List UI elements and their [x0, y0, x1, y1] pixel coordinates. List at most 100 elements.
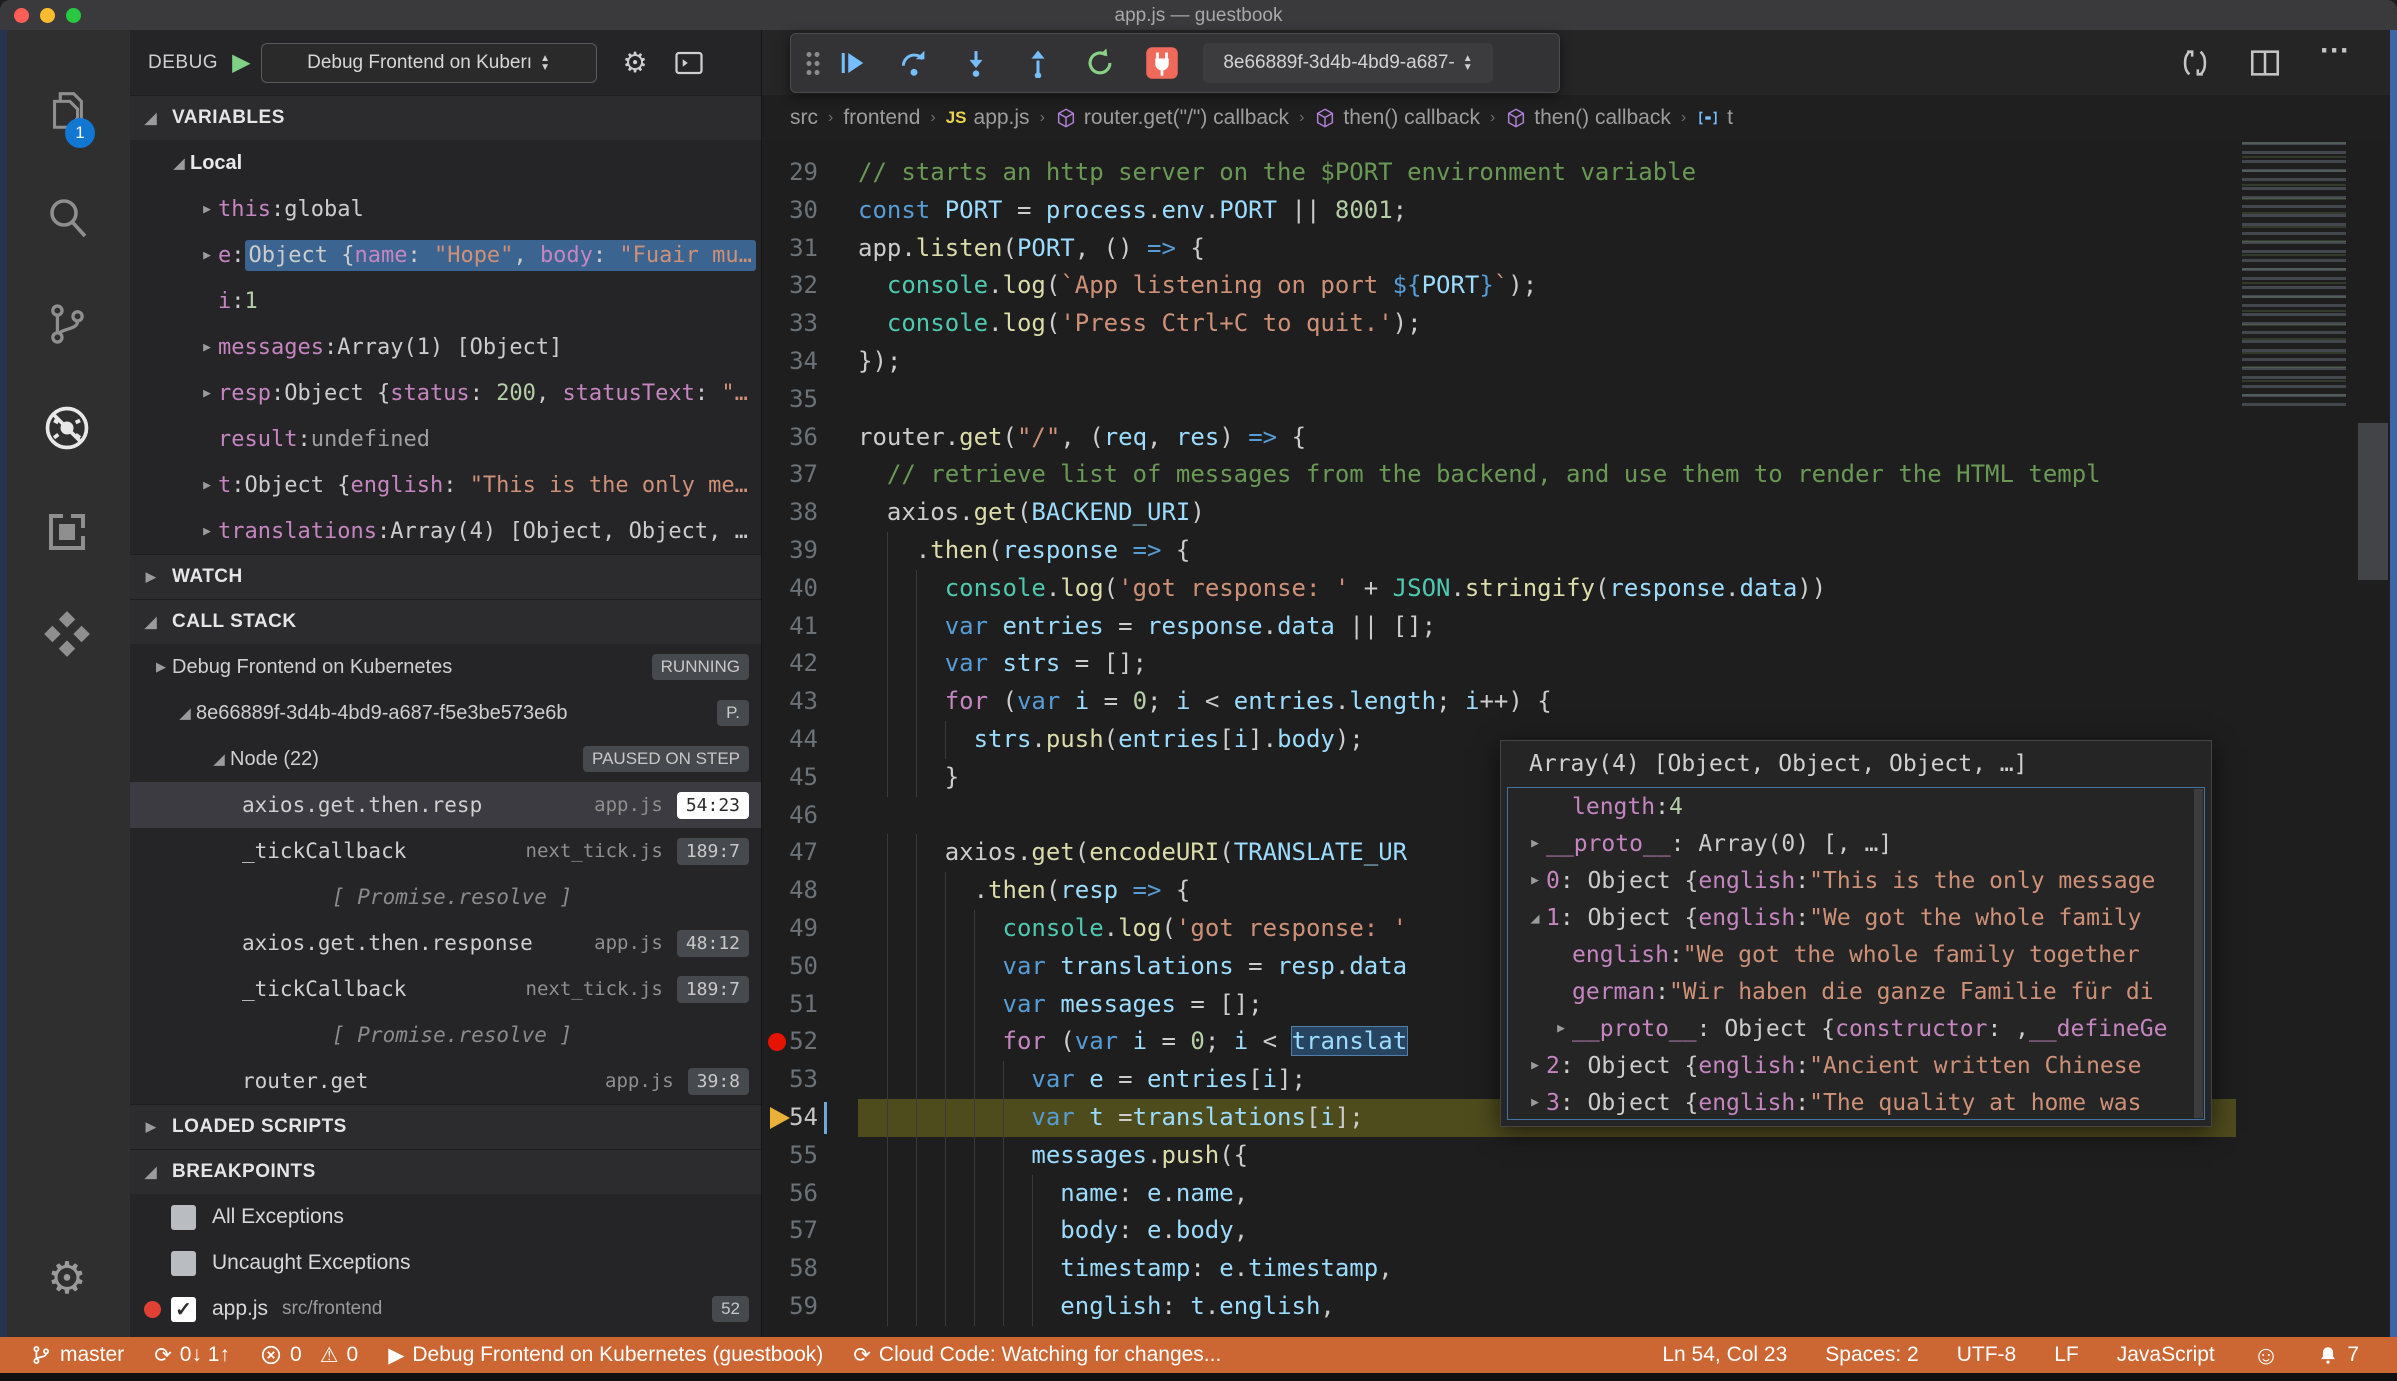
editor-gutter[interactable]: 59 — [762, 1288, 858, 1326]
branch-status[interactable]: master — [30, 1343, 124, 1367]
launch-config-select[interactable]: Debug Frontend on Kuberı ▲▼ — [261, 43, 597, 83]
code-line[interactable]: 35 — [762, 381, 2236, 419]
twistie-icon[interactable]: ◢ — [140, 613, 162, 631]
continue-button[interactable] — [821, 39, 883, 87]
popup-tree-row[interactable]: english: "We got the whole family togeth… — [1508, 936, 2204, 973]
step-over-button[interactable] — [883, 39, 945, 87]
cursor-position[interactable]: Ln 54, Col 23 — [1662, 1343, 1787, 1367]
twistie-icon[interactable]: ◢ — [208, 750, 230, 768]
breadcrumb-item[interactable]: then() callback — [1314, 106, 1480, 130]
twistie-icon[interactable]: ▶ — [196, 202, 218, 217]
breakpoint-checkbox[interactable]: ✓ — [171, 1297, 196, 1322]
code-line-content[interactable]: english: t.english, — [858, 1288, 2236, 1326]
code-line-content[interactable]: var entries = response.data || []; — [858, 608, 2236, 646]
cloud-code-icon[interactable] — [31, 602, 103, 666]
editor-gutter[interactable]: 42 — [762, 645, 858, 683]
breakpoint-row[interactable]: ✓app.jssrc/frontend52 — [130, 1286, 761, 1332]
editor-gutter[interactable]: 49 — [762, 910, 858, 948]
breadcrumb-item[interactable]: src — [790, 106, 818, 130]
variable-row[interactable]: ▶resp: Object {status: 200, statusText: … — [130, 370, 761, 416]
code-line[interactable]: 34}); — [762, 343, 2236, 381]
language-mode[interactable]: JavaScript — [2117, 1343, 2215, 1367]
sync-status[interactable]: ⟳0↓ 1↑ — [154, 1343, 230, 1368]
twistie-icon[interactable]: ▶ — [140, 1119, 162, 1135]
notifications-bell[interactable]: 7 — [2317, 1343, 2359, 1367]
breadcrumb-item[interactable]: router.get("/") callback — [1055, 106, 1289, 130]
twistie-icon[interactable]: ◢ — [174, 704, 196, 722]
code-line-content[interactable]: console.log(`App listening on port ${POR… — [858, 267, 2236, 305]
code-line-content[interactable]: .then(response => { — [858, 532, 2236, 570]
editor-gutter[interactable]: 47 — [762, 834, 858, 872]
loaded-scripts-section-header[interactable]: ▶LOADED SCRIPTS — [130, 1104, 761, 1149]
callstack-row[interactable]: [ Promise.resolve ] — [130, 1012, 761, 1058]
cloud-code-status[interactable]: ⟳Cloud Code: Watching for changes... — [853, 1343, 1221, 1368]
code-line[interactable]: 40 console.log('got response: ' + JSON.s… — [762, 570, 2236, 608]
breakpoints-section-header[interactable]: ◢BREAKPOINTS — [130, 1149, 761, 1194]
debug-icon[interactable] — [31, 396, 103, 460]
code-line-content[interactable]: console.log('got response: ' + JSON.stri… — [858, 570, 2236, 608]
code-line-content[interactable]: timestamp: e.timestamp, — [858, 1250, 2236, 1288]
restart-button[interactable] — [1069, 39, 1131, 87]
code-line[interactable]: 33 console.log('Press Ctrl+C to quit.'); — [762, 305, 2236, 343]
variable-row[interactable]: ▶e: Object {name: "Hope", body: "Fuair m… — [130, 232, 761, 278]
editor-gutter[interactable]: 56 — [762, 1175, 858, 1213]
code-line-content[interactable]: // retrieve list of messages from the ba… — [858, 456, 2236, 494]
callstack-row[interactable]: router.getapp.js39:8 — [130, 1058, 761, 1104]
twistie-icon[interactable]: ▶ — [196, 248, 218, 263]
minimap[interactable] — [2236, 140, 2356, 1337]
editor-gutter[interactable]: 58 — [762, 1250, 858, 1288]
callstack-row[interactable]: ◢Node (22)PAUSED ON STEP — [130, 736, 761, 782]
step-out-button[interactable] — [1007, 39, 1069, 87]
breakpoint-row[interactable]: Uncaught Exceptions — [130, 1240, 761, 1286]
step-into-button[interactable] — [945, 39, 1007, 87]
code-line[interactable]: 32 console.log(`App listening on port ${… — [762, 267, 2236, 305]
debug-session-select[interactable]: 8e66889f-3d4b-4bd9-a687- ▲▼ — [1203, 43, 1493, 83]
code-line[interactable]: 58 timestamp: e.timestamp, — [762, 1250, 2236, 1288]
editor-gutter[interactable]: 57 — [762, 1212, 858, 1250]
watch-section-header[interactable]: ▶WATCH — [130, 554, 761, 599]
code-line[interactable]: 41 var entries = response.data || []; — [762, 608, 2236, 646]
twistie-icon[interactable]: ▶ — [196, 340, 218, 355]
twistie-icon[interactable]: ◢ — [168, 154, 190, 172]
callstack-row[interactable]: _tickCallbacknext_tick.js189:7 — [130, 828, 761, 874]
encoding-setting[interactable]: UTF-8 — [1957, 1343, 2017, 1367]
code-line[interactable]: 57 body: e.body, — [762, 1212, 2236, 1250]
debug-console-icon[interactable] — [674, 50, 704, 76]
code-line-content[interactable]: app.listen(PORT, () => { — [858, 230, 2236, 268]
code-line[interactable]: 42 var strs = []; — [762, 645, 2236, 683]
code-line[interactable]: 59 english: t.english, — [762, 1288, 2236, 1326]
code-line-content[interactable]: for (var i = 0; i < entries.length; i++)… — [858, 683, 2236, 721]
code-line-content[interactable]: console.log('Press Ctrl+C to quit.'); — [858, 305, 2236, 343]
twistie-icon[interactable]: ▶ — [1524, 1095, 1546, 1110]
editor-gutter[interactable]: 53 — [762, 1061, 858, 1099]
popup-scrollbar[interactable] — [2194, 789, 2203, 1118]
popup-tree-row[interactable]: ▶2: Object {english: "Ancient written Ch… — [1508, 1047, 2204, 1084]
code-line-content[interactable]: body: e.body, — [858, 1212, 2236, 1250]
variable-row[interactable]: ▶t: Object {english: "This is the only m… — [130, 462, 761, 508]
source-control-icon[interactable] — [31, 292, 103, 356]
configure-gear-icon[interactable]: ⚙ — [623, 46, 648, 79]
twistie-icon[interactable]: ▶ — [150, 659, 172, 675]
code-line-content[interactable]: // starts an http server on the $PORT en… — [858, 154, 2236, 192]
editor-scrollbar[interactable] — [2358, 423, 2388, 580]
code-line[interactable]: 36router.get("/", (req, res) => { — [762, 419, 2236, 457]
callstack-row[interactable]: axios.get.then.responseapp.js48:12 — [130, 920, 761, 966]
callstack-row[interactable]: [ Promise.resolve ] — [130, 874, 761, 920]
editor-gutter[interactable]: 43 — [762, 683, 858, 721]
code-line[interactable]: 30const PORT = process.env.PORT || 8001; — [762, 192, 2236, 230]
search-icon[interactable] — [31, 186, 103, 250]
editor-gutter[interactable]: 45 — [762, 759, 858, 797]
variable-row[interactable]: ▶messages: Array(1) [Object] — [130, 324, 761, 370]
eol-setting[interactable]: LF — [2054, 1343, 2079, 1367]
twistie-icon[interactable]: ▶ — [196, 478, 218, 493]
code-line[interactable]: 39 .then(response => { — [762, 532, 2236, 570]
twistie-icon[interactable]: ◢ — [140, 109, 162, 127]
editor-gutter[interactable]: 50 — [762, 948, 858, 986]
breadcrumb-item[interactable]: JSapp.js — [946, 106, 1030, 130]
debug-session-status[interactable]: ▶Debug Frontend on Kubernetes (guestbook… — [388, 1343, 823, 1368]
sync-changes-icon[interactable] — [2178, 46, 2212, 80]
code-line[interactable]: 43 for (var i = 0; i < entries.length; i… — [762, 683, 2236, 721]
breakpoint-checkbox[interactable] — [171, 1251, 196, 1276]
twistie-icon[interactable]: ▶ — [196, 386, 218, 401]
variables-scope-row[interactable]: ◢Local — [130, 140, 761, 186]
